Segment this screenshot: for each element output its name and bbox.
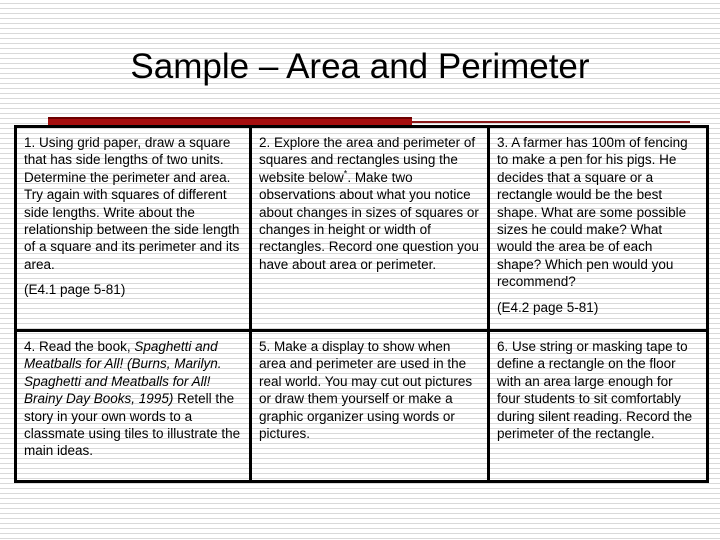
cell-3-body: 3. A farmer has 100m of fencing to make … xyxy=(497,135,688,290)
cell-5-body: 5. Make a display to show when area and … xyxy=(259,339,473,442)
table-cell-1: 1. Using grid paper, draw a square that … xyxy=(17,128,249,329)
page-title: Sample – Area and Perimeter xyxy=(130,47,590,86)
cell-2-body: 2. Explore the area and perimeter of squ… xyxy=(259,134,480,273)
table-cell-3: 3. A farmer has 100m of fencing to make … xyxy=(487,128,706,329)
slide-canvas: Sample – Area and Perimeter 1. Using gri… xyxy=(0,0,720,540)
table-cell-2: 2. Explore the area and perimeter of squ… xyxy=(249,128,487,329)
cell-3-reference: (E4.2 page 5-81) xyxy=(497,299,599,315)
cell-1-reference: (E4.1 page 5-81) xyxy=(24,282,126,298)
table-cell-6: 6. Use string or masking tape to define … xyxy=(487,329,706,480)
cell-6-body: 6. Use string or masking tape to define … xyxy=(497,339,693,442)
cell-1-body: 1. Using grid paper, draw a square that … xyxy=(24,135,240,272)
table-cell-5: 5. Make a display to show when area and … xyxy=(249,329,487,480)
cell-2-body-after-marker: . Make two observations about what you n… xyxy=(259,169,479,272)
table-cell-4: 4. Read the book, Spaghetti and Meatball… xyxy=(17,329,249,480)
cell-4-body: 4. Read the book, Spaghetti and Meatball… xyxy=(24,338,242,460)
activity-table: 1. Using grid paper, draw a square that … xyxy=(14,125,709,483)
cell-4-body-part1: 4. Read the book, xyxy=(24,339,135,354)
